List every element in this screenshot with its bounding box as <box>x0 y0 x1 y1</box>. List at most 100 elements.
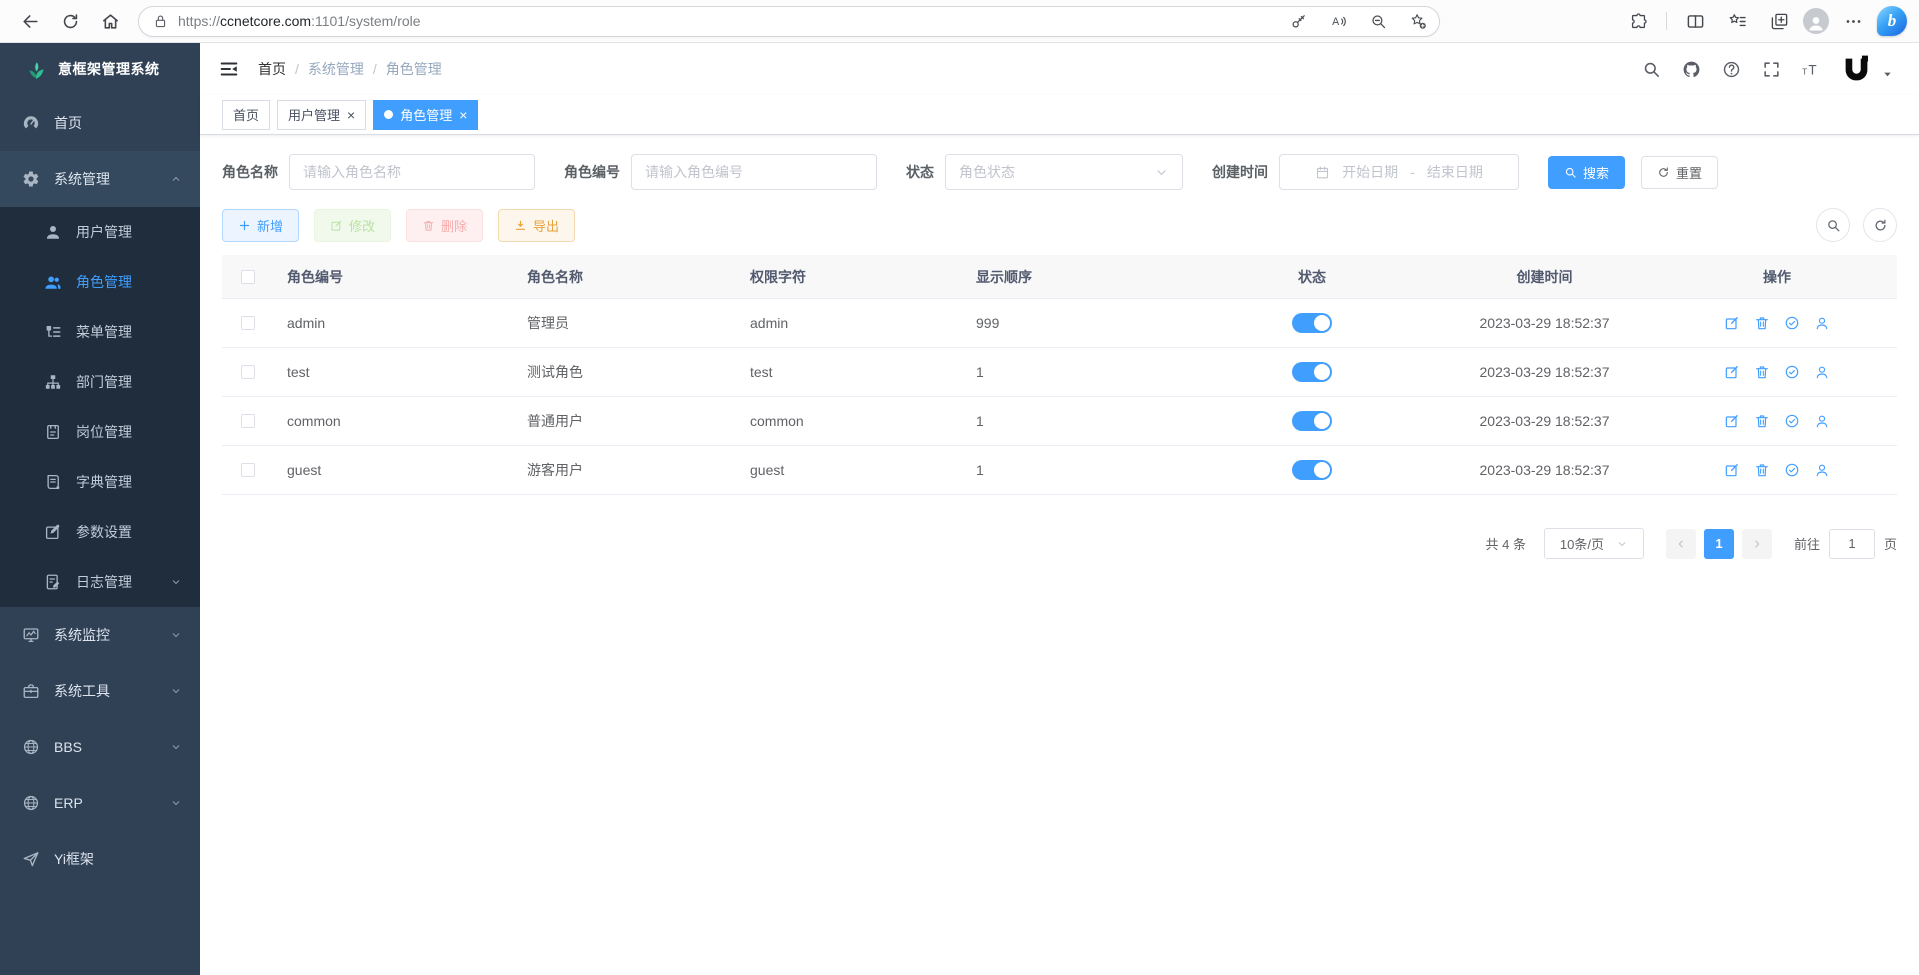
delete-button[interactable]: 删除 <box>406 209 483 242</box>
row-assign-user-icon[interactable] <box>1814 364 1830 380</box>
sidebar-item-5[interactable]: 菜单管理 <box>0 307 200 357</box>
sidebar-item-14[interactable]: ERP <box>0 775 200 831</box>
bing-chat-button[interactable]: b <box>1877 6 1907 36</box>
toggle-search-button[interactable] <box>1816 208 1850 242</box>
row-checkbox[interactable] <box>241 316 255 330</box>
breadcrumb-item-1[interactable]: 首页 <box>258 59 286 79</box>
split-screen-button[interactable] <box>1677 4 1713 38</box>
sidebar-item-13[interactable]: BBS <box>0 719 200 775</box>
role-name-input[interactable]: 请输入角色名称 <box>289 154 535 190</box>
status-select[interactable]: 角色状态 <box>945 154 1183 190</box>
zoom-out-button[interactable] <box>1363 7 1393 35</box>
help-icon[interactable] <box>1722 60 1741 79</box>
sidebar-item-11[interactable]: 系统监控 <box>0 607 200 663</box>
download-icon <box>514 219 527 232</box>
sidebar-item-12[interactable]: 系统工具 <box>0 663 200 719</box>
favorites-bar-button[interactable] <box>1719 4 1755 38</box>
sidebar-item-15[interactable]: Yi框架 <box>0 831 200 887</box>
status-toggle[interactable] <box>1292 362 1332 382</box>
page-size-select[interactable]: 10条/页 <box>1544 528 1644 559</box>
role-code-cell: guest <box>277 462 517 478</box>
browser-back-button[interactable] <box>12 4 48 38</box>
caret-down-icon[interactable] <box>1882 69 1893 80</box>
status-toggle[interactable] <box>1292 460 1332 480</box>
address-bar[interactable]: https://ccnetcore.com:1101/system/role A <box>138 6 1440 37</box>
breadcrumb-item-3[interactable]: 角色管理 <box>386 59 442 79</box>
role-name-cell: 管理员 <box>517 313 740 333</box>
page-content: 角色名称 请输入角色名称 角色编号 请输入角色编号 状态 角色状态 创建时间 <box>200 135 1919 975</box>
sidebar-item-9[interactable]: 参数设置 <box>0 507 200 557</box>
sidebar-item-3[interactable]: 用户管理 <box>0 207 200 257</box>
sidebar-item-6[interactable]: 部门管理 <box>0 357 200 407</box>
sidebar-item-2[interactable]: 系统管理 <box>0 151 200 207</box>
page-button-1[interactable]: 1 <box>1704 529 1734 559</box>
table-row-3: common普通用户common12023-03-29 18:52:37 <box>222 397 1897 446</box>
export-button[interactable]: 导出 <box>498 209 575 242</box>
row-edit-icon[interactable] <box>1724 364 1740 380</box>
add-button[interactable]: 新增 <box>222 209 299 242</box>
profile-avatar[interactable] <box>1803 8 1829 34</box>
row-delete-icon[interactable] <box>1754 364 1770 380</box>
browser-menu-button[interactable] <box>1835 4 1871 38</box>
row-data-scope-icon[interactable] <box>1784 364 1800 380</box>
sidebar-item-label: 用户管理 <box>76 222 132 242</box>
row-data-scope-icon[interactable] <box>1784 413 1800 429</box>
github-icon[interactable] <box>1682 60 1701 79</box>
extensions-button[interactable] <box>1620 4 1656 38</box>
date-range-picker[interactable]: 开始日期 - 结束日期 <box>1279 154 1519 190</box>
prev-page-button[interactable] <box>1666 529 1696 559</box>
row-assign-user-icon[interactable] <box>1814 413 1830 429</box>
search-button[interactable]: 搜索 <box>1548 156 1625 189</box>
sidebar-item-8[interactable]: 字典管理 <box>0 457 200 507</box>
user-menu-logo[interactable] <box>1842 55 1871 84</box>
tab-close-icon[interactable]: × <box>459 108 467 122</box>
row-checkbox[interactable] <box>241 463 255 477</box>
tab-2[interactable]: 用户管理× <box>277 100 366 130</box>
status-placeholder: 角色状态 <box>959 162 1015 182</box>
favorite-button[interactable] <box>1403 7 1433 35</box>
sidebar-item-7[interactable]: 岗位管理 <box>0 407 200 457</box>
tab-3[interactable]: 角色管理× <box>373 100 478 130</box>
role-code-cell: common <box>277 413 517 429</box>
collections-button[interactable] <box>1761 4 1797 38</box>
sidebar-item-4[interactable]: 角色管理 <box>0 257 200 307</box>
row-edit-icon[interactable] <box>1724 315 1740 331</box>
sidebar-item-10[interactable]: 日志管理 <box>0 557 200 607</box>
tab-close-icon[interactable]: × <box>347 108 355 122</box>
text-size-icon[interactable]: TT <box>1802 60 1821 79</box>
select-all-checkbox[interactable] <box>241 270 255 284</box>
row-delete-icon[interactable] <box>1754 413 1770 429</box>
password-button[interactable] <box>1283 7 1313 35</box>
fullscreen-icon[interactable] <box>1762 60 1781 79</box>
row-assign-user-icon[interactable] <box>1814 315 1830 331</box>
hamburger-icon[interactable] <box>218 58 240 80</box>
row-data-scope-icon[interactable] <box>1784 462 1800 478</box>
role-code-input[interactable]: 请输入角色编号 <box>631 154 877 190</box>
refresh-table-button[interactable] <box>1863 208 1897 242</box>
breadcrumb-item-2[interactable]: 系统管理 <box>308 59 364 79</box>
row-checkbox[interactable] <box>241 365 255 379</box>
browser-home-button[interactable] <box>92 4 128 38</box>
reset-button[interactable]: 重置 <box>1641 156 1718 189</box>
goto-page-input[interactable] <box>1829 529 1875 559</box>
status-toggle[interactable] <box>1292 313 1332 333</box>
plus-icon <box>238 219 251 232</box>
row-assign-user-icon[interactable] <box>1814 462 1830 478</box>
status-toggle[interactable] <box>1292 411 1332 431</box>
row-checkbox[interactable] <box>241 414 255 428</box>
row-delete-icon[interactable] <box>1754 462 1770 478</box>
browser-refresh-button[interactable] <box>52 4 88 38</box>
row-data-scope-icon[interactable] <box>1784 315 1800 331</box>
next-page-button[interactable] <box>1742 529 1772 559</box>
column-header-3: 权限字符 <box>740 267 966 287</box>
header-search-icon[interactable] <box>1642 60 1661 79</box>
edit-button[interactable]: 修改 <box>314 209 391 242</box>
row-edit-icon[interactable] <box>1724 462 1740 478</box>
sidebar-item-1[interactable]: 首页 <box>0 95 200 151</box>
row-delete-icon[interactable] <box>1754 315 1770 331</box>
created-time-label: 创建时间 <box>1212 162 1268 182</box>
range-separator: - <box>1410 164 1415 180</box>
tab-1[interactable]: 首页 <box>222 100 270 130</box>
read-aloud-button[interactable]: A <box>1323 7 1353 35</box>
row-edit-icon[interactable] <box>1724 413 1740 429</box>
